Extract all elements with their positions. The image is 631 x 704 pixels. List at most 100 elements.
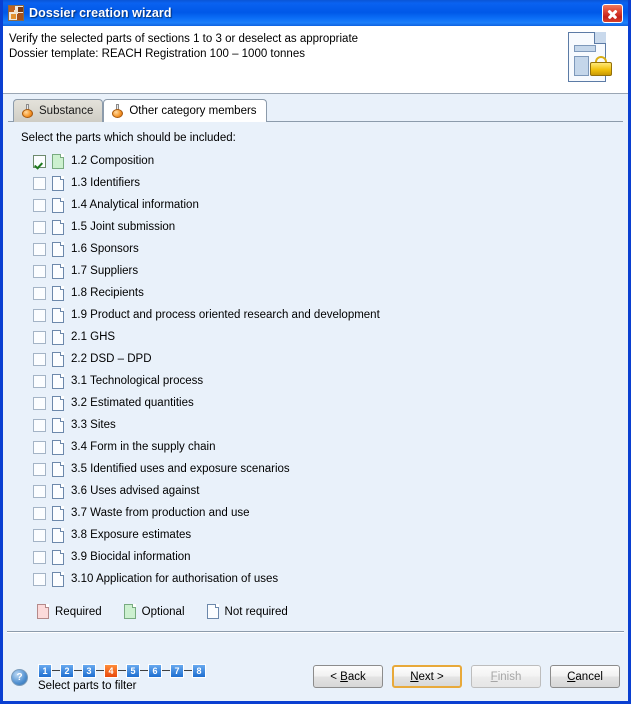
part-label: 1.2 Composition	[71, 155, 155, 167]
part-checkbox[interactable]	[33, 528, 46, 542]
part-row[interactable]: 1.6 Sponsors	[21, 238, 628, 260]
next-button[interactable]: Next >	[392, 665, 462, 688]
tab-substance[interactable]: Substance	[13, 99, 104, 122]
part-checkbox[interactable]	[33, 550, 46, 564]
document-status-icon	[52, 153, 64, 169]
part-row[interactable]: 3.10 Application for authorisation of us…	[21, 568, 628, 590]
part-checkbox[interactable]	[33, 396, 46, 410]
document-status-icon	[52, 483, 64, 499]
back-button[interactable]: < Back	[313, 665, 383, 688]
help-question-icon[interactable]: ?	[11, 669, 28, 686]
document-status-icon	[52, 197, 64, 213]
part-row[interactable]: 1.9 Product and process oriented researc…	[21, 304, 628, 326]
step-4[interactable]: 4	[104, 663, 118, 678]
part-checkbox[interactable]	[33, 572, 46, 586]
part-row[interactable]: 2.1 GHS	[21, 326, 628, 348]
document-status-icon	[52, 395, 64, 411]
part-row[interactable]: 2.2 DSD – DPD	[21, 348, 628, 370]
part-label: 1.6 Sponsors	[71, 243, 139, 255]
part-row[interactable]: 1.7 Suppliers	[21, 260, 628, 282]
document-status-icon	[52, 417, 64, 433]
document-status-icon	[52, 175, 64, 191]
header-panel: Verify the selected parts of sections 1 …	[3, 26, 628, 94]
part-row[interactable]: 1.3 Identifiers	[21, 172, 628, 194]
step-connector	[140, 670, 148, 671]
part-checkbox[interactable]	[33, 418, 46, 432]
legend-label: Required	[55, 605, 102, 618]
document-status-icon	[52, 549, 64, 565]
part-row[interactable]: 3.4 Form in the supply chain	[21, 436, 628, 458]
flask-icon	[21, 104, 34, 118]
part-row[interactable]: 3.3 Sites	[21, 414, 628, 436]
part-row[interactable]: 3.9 Biocidal information	[21, 546, 628, 568]
flask-icon	[111, 104, 124, 118]
part-label: 3.9 Biocidal information	[71, 551, 191, 563]
document-status-icon	[52, 263, 64, 279]
part-row[interactable]: 1.4 Analytical information	[21, 194, 628, 216]
legend-required-icon	[37, 604, 49, 619]
part-checkbox[interactable]	[33, 506, 46, 520]
document-status-icon	[52, 461, 64, 477]
parts-prompt: Select the parts which should be include…	[21, 132, 236, 144]
part-label: 3.4 Form in the supply chain	[71, 441, 216, 453]
document-status-icon	[52, 285, 64, 301]
part-row[interactable]: 3.7 Waste from production and use	[21, 502, 628, 524]
legend-optional-icon	[123, 604, 136, 619]
legend: Required Optional Not required	[21, 590, 628, 619]
tab-other-category-members[interactable]: Other category members	[103, 99, 267, 122]
part-checkbox[interactable]	[33, 352, 46, 366]
part-checkbox[interactable]	[33, 484, 46, 498]
part-checkbox[interactable]	[33, 176, 46, 190]
part-label: 3.6 Uses advised against	[71, 485, 200, 497]
part-checkbox[interactable]	[33, 330, 46, 344]
legend-label: Optional	[141, 605, 185, 618]
part-row[interactable]: 3.1 Technological process	[21, 370, 628, 392]
step-8[interactable]: 8	[192, 663, 206, 678]
step-indicator: 12345678	[38, 663, 206, 678]
document-status-icon	[52, 505, 64, 521]
part-row[interactable]: 3.8 Exposure estimates	[21, 524, 628, 546]
part-checkbox[interactable]	[33, 220, 46, 234]
step-3[interactable]: 3	[82, 663, 96, 678]
cancel-button-label: Cancel	[567, 670, 603, 683]
parts-panel: Select the parts which should be include…	[3, 122, 628, 619]
finish-button-label: Finish	[490, 670, 522, 683]
part-checkbox[interactable]	[33, 286, 46, 300]
step-1[interactable]: 1	[38, 663, 52, 678]
tab-other-category-members-label: Other category members	[129, 105, 257, 117]
part-label: 3.3 Sites	[71, 419, 116, 431]
document-status-icon	[52, 527, 64, 543]
document-status-icon	[52, 373, 64, 389]
part-label: 3.8 Exposure estimates	[71, 529, 192, 541]
footer-separator	[7, 631, 624, 633]
part-row[interactable]: 1.2 Composition	[21, 150, 628, 172]
part-checkbox[interactable]	[33, 308, 46, 322]
part-checkbox[interactable]	[33, 462, 46, 476]
part-label: 3.10 Application for authorisation of us…	[71, 573, 279, 585]
part-checkbox[interactable]	[33, 198, 46, 212]
part-row[interactable]: 3.6 Uses advised against	[21, 480, 628, 502]
wizard-steps: 12345678 Select parts to filter	[38, 663, 206, 692]
part-checkbox[interactable]	[33, 242, 46, 256]
step-2[interactable]: 2	[60, 663, 74, 678]
part-row[interactable]: 3.2 Estimated quantities	[21, 392, 628, 414]
step-5[interactable]: 5	[126, 663, 140, 678]
step-7[interactable]: 7	[170, 663, 184, 678]
step-connector	[184, 670, 192, 671]
part-checkbox[interactable]	[33, 374, 46, 388]
part-row[interactable]: 1.8 Recipients	[21, 282, 628, 304]
step-connector	[118, 670, 126, 671]
window-title: Dossier creation wizard	[29, 6, 172, 20]
part-checkbox[interactable]	[33, 264, 46, 278]
next-button-label: Next >	[410, 670, 444, 683]
part-checkbox[interactable]	[33, 154, 46, 168]
close-icon[interactable]	[602, 3, 623, 23]
part-label: 1.5 Joint submission	[71, 221, 176, 233]
part-label: 2.2 DSD – DPD	[71, 353, 152, 365]
part-row[interactable]: 1.5 Joint submission	[21, 216, 628, 238]
step-6[interactable]: 6	[148, 663, 162, 678]
part-row[interactable]: 3.5 Identified uses and exposure scenari…	[21, 458, 628, 480]
part-checkbox[interactable]	[33, 440, 46, 454]
document-status-icon	[52, 329, 64, 345]
cancel-button[interactable]: Cancel	[550, 665, 620, 688]
